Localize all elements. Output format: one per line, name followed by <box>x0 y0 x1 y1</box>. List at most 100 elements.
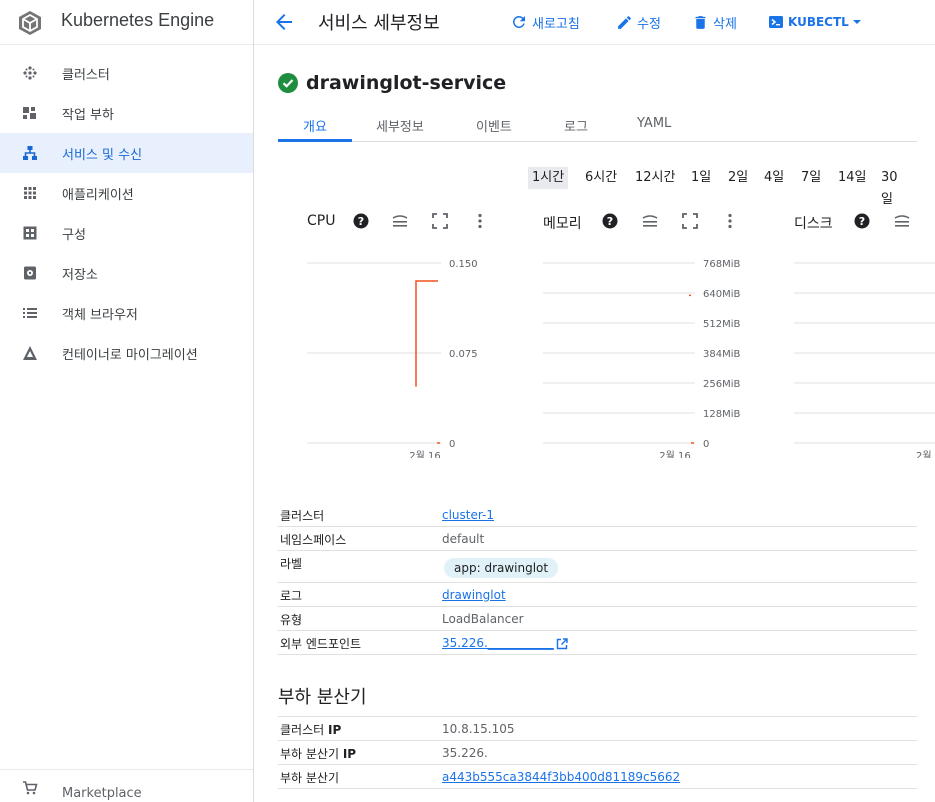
applications-icon <box>24 187 36 199</box>
load-balancer-title: 부하 분산기 <box>278 687 367 708</box>
sidebar-item-config[interactable]: 구성 <box>0 213 253 253</box>
trash-icon <box>695 15 706 29</box>
open-in-new-icon[interactable] <box>556 638 568 650</box>
refresh-button[interactable]: 새로고침 <box>510 11 580 33</box>
detail-key: 라벨 <box>280 557 303 571</box>
sidebar-item-label: 저장소 <box>62 267 98 283</box>
legend-toggle-icon[interactable] <box>893 212 911 230</box>
sidebar-item-services[interactable]: 서비스 및 수신 <box>0 133 253 173</box>
kubernetes-engine-logo-icon <box>19 11 41 35</box>
sidebar-item-label: 서비스 및 수신 <box>62 147 143 163</box>
cluster-link[interactable]: cluster-1 <box>442 508 494 522</box>
x-tick-label: 2월 16 <box>659 450 690 458</box>
range-1d[interactable]: 1일 <box>687 167 715 189</box>
disk-chart: 디스크 ? 2월 1 <box>794 208 935 458</box>
config-icon <box>23 226 37 240</box>
range-7d[interactable]: 7일 <box>797 167 825 189</box>
workloads-icon <box>23 107 36 119</box>
services-icon <box>23 146 37 160</box>
tab-logs[interactable]: 로그 <box>564 116 588 135</box>
x-tick-label: 2월 1 <box>916 450 935 458</box>
tab-yaml[interactable]: YAML <box>637 116 671 131</box>
range-30d[interactable]: 30일 <box>877 167 911 207</box>
range-14d[interactable]: 14일 <box>834 167 871 189</box>
detail-row-endpoint: 외부 엔드포인트 35.226.___________ <box>278 631 917 655</box>
sidebar-item-label: 애플리케이션 <box>62 187 134 203</box>
kubectl-menu-button[interactable]: KUBECTL <box>768 11 867 33</box>
sidebar-item-marketplace[interactable]: Marketplace <box>0 769 253 802</box>
back-arrow-icon[interactable] <box>272 10 296 34</box>
tab-details[interactable]: 세부정보 <box>376 116 424 135</box>
fullscreen-icon[interactable] <box>681 212 699 230</box>
sidebar-item-label: 컨테이너로 마이그레이션 <box>62 347 198 363</box>
more-vert-icon[interactable] <box>721 212 739 230</box>
fullscreen-icon[interactable] <box>431 212 449 230</box>
service-details: 클러스터 cluster-1 네임스페이스 default 라벨 app: dr… <box>278 503 917 655</box>
main-content: drawinglot-service 개요 세부정보 이벤트 로그 YAML 1… <box>254 46 935 802</box>
detail-row-cluster-ip: 클러스터 IP 10.8.15.105 <box>278 717 917 741</box>
tab-bar: 개요 세부정보 이벤트 로그 YAML <box>278 110 917 142</box>
y-tick-label: 384MiB <box>703 349 740 360</box>
key-prefix: 부하 분산기 <box>280 747 343 761</box>
range-12h[interactable]: 12시간 <box>631 167 679 189</box>
sidebar-item-applications[interactable]: 애플리케이션 <box>0 173 253 213</box>
endpoint-link[interactable]: 35.226.___________ <box>442 636 554 650</box>
label-chip: app: drawinglot <box>444 558 559 578</box>
sidebar-item-clusters[interactable]: 클러스터 <box>0 53 253 93</box>
page-title: 서비스 세부정보 <box>318 13 440 34</box>
legend-toggle-icon[interactable] <box>391 212 409 230</box>
sidebar-item-object-browser[interactable]: 객체 브라우저 <box>0 293 253 333</box>
pencil-icon <box>618 15 631 29</box>
clusters-icon <box>23 66 37 80</box>
load-balancer-details: 클러스터 IP 10.8.15.105 부하 분산기 IP 35.226. 부하… <box>278 716 917 789</box>
range-4d[interactable]: 4일 <box>760 167 788 189</box>
detail-key: 로그 <box>280 589 303 603</box>
help-icon[interactable]: ? <box>853 212 871 230</box>
detail-key: 네임스페이스 <box>280 533 347 547</box>
key-bold: IP <box>342 747 357 761</box>
sidebar: Kubernetes Engine 클러스터 작업 부하 서비스 및 수신 애플… <box>0 0 254 802</box>
time-range-selector: 1시간 6시간 12시간 1일 2일 4일 7일 14일 30일 <box>526 167 911 207</box>
y-tick-label: 640MiB <box>703 289 740 300</box>
load-balancer-link[interactable]: a443b555ca3844f3bb400d81189c5662 <box>442 770 680 784</box>
sidebar-item-migrate[interactable]: 컨테이너로 마이그레이션 <box>0 333 253 373</box>
range-6h[interactable]: 6시간 <box>581 167 621 189</box>
y-tick-label: 0.075 <box>449 349 478 360</box>
delete-button[interactable]: 삭제 <box>692 11 737 33</box>
help-icon[interactable]: ? <box>352 212 370 230</box>
detail-key: 클러스터 <box>280 509 325 523</box>
sidebar-nav: 클러스터 작업 부하 서비스 및 수신 애플리케이션 구성 저장소 객체 브라우… <box>0 53 253 373</box>
legend-toggle-icon[interactable] <box>641 212 659 230</box>
more-vert-icon[interactable] <box>471 212 489 230</box>
detail-row-labels: 라벨 app: drawinglot <box>278 551 917 583</box>
range-2d[interactable]: 2일 <box>724 167 752 189</box>
y-tick-label: 0 <box>449 439 455 450</box>
brand-header: Kubernetes Engine <box>0 0 253 45</box>
y-tick-label: 0 <box>703 439 709 450</box>
logs-link[interactable]: drawinglot <box>442 588 506 602</box>
cpu-plot: 0.150 0.075 0 2월 16 <box>307 259 478 458</box>
edit-button[interactable]: 수정 <box>616 11 661 33</box>
sidebar-item-workloads[interactable]: 작업 부하 <box>0 93 253 133</box>
product-title: Kubernetes Engine <box>61 10 215 30</box>
help-icon[interactable]: ? <box>601 212 619 230</box>
tab-events[interactable]: 이벤트 <box>476 116 512 135</box>
range-1h[interactable]: 1시간 <box>528 167 569 189</box>
sidebar-item-label: 객체 브라우저 <box>62 307 138 323</box>
kubectl-label: KUBECTL <box>788 15 849 29</box>
detail-row-namespace: 네임스페이스 default <box>278 527 917 551</box>
detail-key: 외부 엔드포인트 <box>280 637 362 651</box>
detail-value: LoadBalancer <box>442 612 524 626</box>
tab-overview[interactable]: 개요 <box>303 116 327 135</box>
memory-plot: 768MiB 640MiB 512MiB 384MiB 256MiB 128MiB 0 2월 … <box>543 259 740 458</box>
detail-row-cluster: 클러스터 cluster-1 <box>278 503 917 527</box>
check-circle-icon <box>278 73 298 93</box>
svg-text:?: ? <box>358 215 364 228</box>
active-tab-indicator <box>278 139 352 142</box>
storage-icon <box>24 266 36 280</box>
detail-row-load-balancer: 부하 분산기 a443b555ca3844f3bb400d81189c5662 <box>278 765 917 789</box>
sidebar-item-storage[interactable]: 저장소 <box>0 253 253 293</box>
service-header: drawinglot-service <box>278 72 506 94</box>
detail-value: 10.8.15.105 <box>442 722 515 736</box>
memory-chart: 메모리 ? 768MiB 640MiB 512MiB 384MiB 256MiB 128M… <box>543 208 783 458</box>
